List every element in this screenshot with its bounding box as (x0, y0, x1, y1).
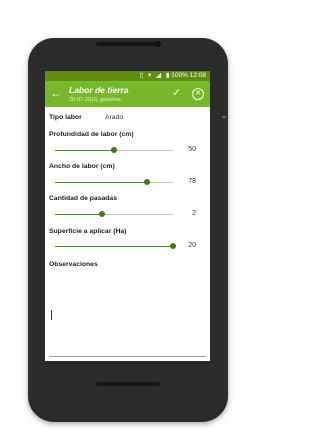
observaciones-input[interactable] (49, 356, 206, 357)
screen: ▯ ▾ ◢ ▮ 100% 12:08 ← Labor de tierra 20-… (45, 71, 210, 361)
ancho-label: Ancho de labor (cm) (49, 163, 115, 170)
profundidad-slider-thumb[interactable] (111, 147, 117, 153)
signal-icon: ◢ (156, 72, 162, 79)
profundidad-value: 50 (188, 146, 196, 153)
vibrate-icon: ▯ (139, 72, 144, 79)
page-title: Labor de tierra (69, 85, 129, 95)
dropdown-arrow-icon[interactable] (221, 116, 227, 119)
observaciones-label: Observaciones (49, 261, 98, 268)
page-subtitle: 20-07-2016, gesolina (69, 97, 121, 103)
pasadas-value: 2 (192, 210, 196, 217)
clock: 12:08 (189, 72, 206, 79)
check-icon[interactable]: ✓ (172, 86, 181, 99)
superficie-value: 20 (188, 242, 196, 249)
wifi-icon: ▾ (148, 72, 152, 79)
superficie-slider[interactable] (55, 243, 176, 249)
battery-percent: 100% (171, 72, 188, 79)
pasadas-slider[interactable] (55, 211, 173, 217)
front-camera (155, 41, 161, 47)
superficie-slider-thumb[interactable] (170, 243, 176, 249)
pasadas-slider-fill (55, 214, 103, 215)
status-right: ▯ ▾ ◢ ▮ 100% 12:08 (140, 71, 206, 81)
profundidad-slider[interactable] (55, 147, 173, 153)
bottom-speaker (96, 382, 160, 386)
ancho-value: 78 (188, 178, 196, 185)
profundidad-slider-fill (55, 150, 114, 151)
status-bar: ▯ ▾ ◢ ▮ 100% 12:08 (45, 71, 210, 81)
close-circle-icon[interactable]: ✕ (192, 88, 204, 100)
pasadas-slider-thumb[interactable] (99, 211, 106, 217)
ancho-slider-fill (55, 182, 148, 183)
superficie-label: Superficie a aplicar (Ha) (49, 228, 127, 235)
tipo-labor-label: Tipo labor (49, 114, 82, 121)
superficie-slider-fill (55, 246, 173, 247)
ancho-slider[interactable] (55, 179, 173, 185)
pasadas-label: Cantidad de pasadas (49, 195, 117, 202)
ancho-slider-thumb[interactable] (144, 179, 151, 185)
tipo-labor-select[interactable]: Arado (105, 114, 123, 121)
arrow-back-icon[interactable]: ← (50, 86, 62, 100)
profundidad-label: Profundidad de labor (cm) (49, 131, 134, 138)
app-bar: ← Labor de tierra 20-07-2016, gesolina ✓… (45, 81, 210, 107)
text-cursor (51, 310, 52, 320)
battery-icon: ▮ (165, 72, 170, 79)
earpiece-speaker (96, 42, 160, 46)
